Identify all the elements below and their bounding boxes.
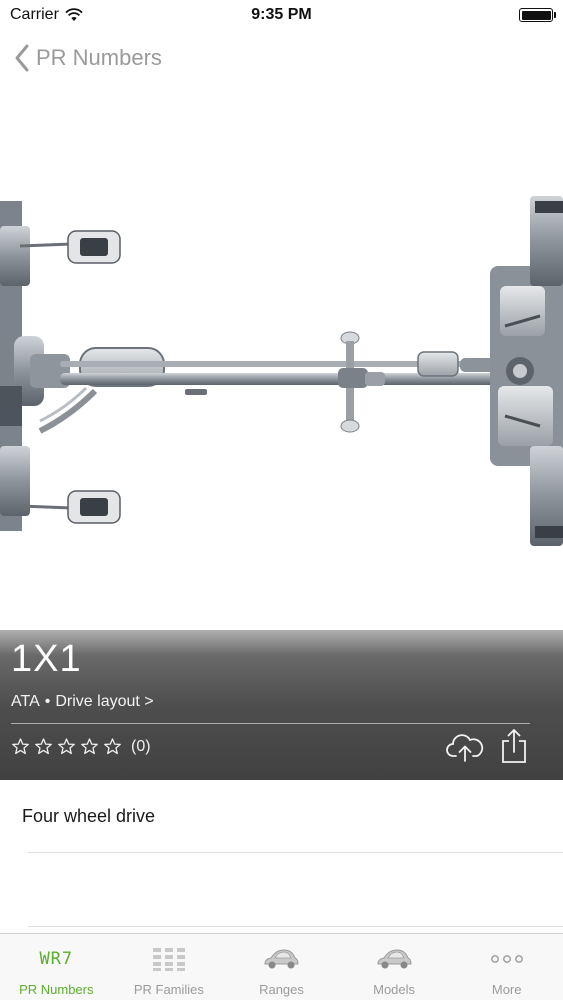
rating-row: (0) [11,737,151,756]
tab-pr-numbers[interactable]: WR7 PR Numbers [0,934,113,1000]
share-icon[interactable] [500,728,528,764]
drivetrain-image [0,86,563,638]
tab-more[interactable]: More [450,934,563,1000]
wr7-icon: WR7 [39,942,73,976]
beetle-car-icon [375,942,413,976]
pr-code-title: 1X1 [11,638,82,680]
carrier-label: Carrier [10,6,59,23]
family-code: ATA [11,693,40,710]
star-icon[interactable] [57,737,76,756]
description-separator [28,852,563,853]
tab-label: PR Families [133,982,204,997]
wr7-icon-text: WR7 [39,949,74,969]
family-link[interactable]: Drive layout > [55,693,153,711]
star-icon[interactable] [80,737,99,756]
status-left: Carrier [10,6,83,24]
panel-divider [11,723,530,724]
wifi-icon [65,8,83,21]
grid-icon [151,942,187,976]
tab-ranges[interactable]: Ranges [225,934,338,1000]
description-text: Four wheel drive [22,806,156,826]
beetle-car-icon [262,942,300,976]
family-breadcrumb[interactable]: ATA • Drive layout > [11,693,154,711]
tab-label: PR Numbers [19,982,94,997]
breadcrumb-separator: • [44,693,51,710]
rating-count: (0) [131,737,151,755]
battery-fill [521,10,551,20]
tab-label: More [491,982,522,997]
drivetrain-illustration [0,196,563,546]
tab-pr-families[interactable]: PR Families [113,934,226,1000]
battery-icon [519,8,556,22]
cloud-upload-icon[interactable] [446,730,484,764]
list-separator [28,926,563,927]
status-bar: Carrier 9:35 PM [0,0,563,30]
star-rating[interactable] [11,737,122,756]
star-icon[interactable] [34,737,53,756]
chevron-left-icon [15,44,29,72]
back-label: PR Numbers [36,45,162,70]
back-button[interactable]: PR Numbers [14,44,162,72]
star-icon[interactable] [103,737,122,756]
star-icon[interactable] [11,737,30,756]
pr-info-panel: 1X1 ATA • Drive layout > (0) [0,630,563,780]
tab-bar: WR7 PR Numbers PR Families Ranges Models… [0,933,563,1000]
tab-models[interactable]: Models [338,934,451,1000]
tab-label: Models [373,982,416,997]
more-dots-icon [490,942,524,976]
tab-label: Ranges [259,982,304,997]
status-time: 9:35 PM [251,6,312,23]
nav-bar: PR Numbers [0,30,563,86]
